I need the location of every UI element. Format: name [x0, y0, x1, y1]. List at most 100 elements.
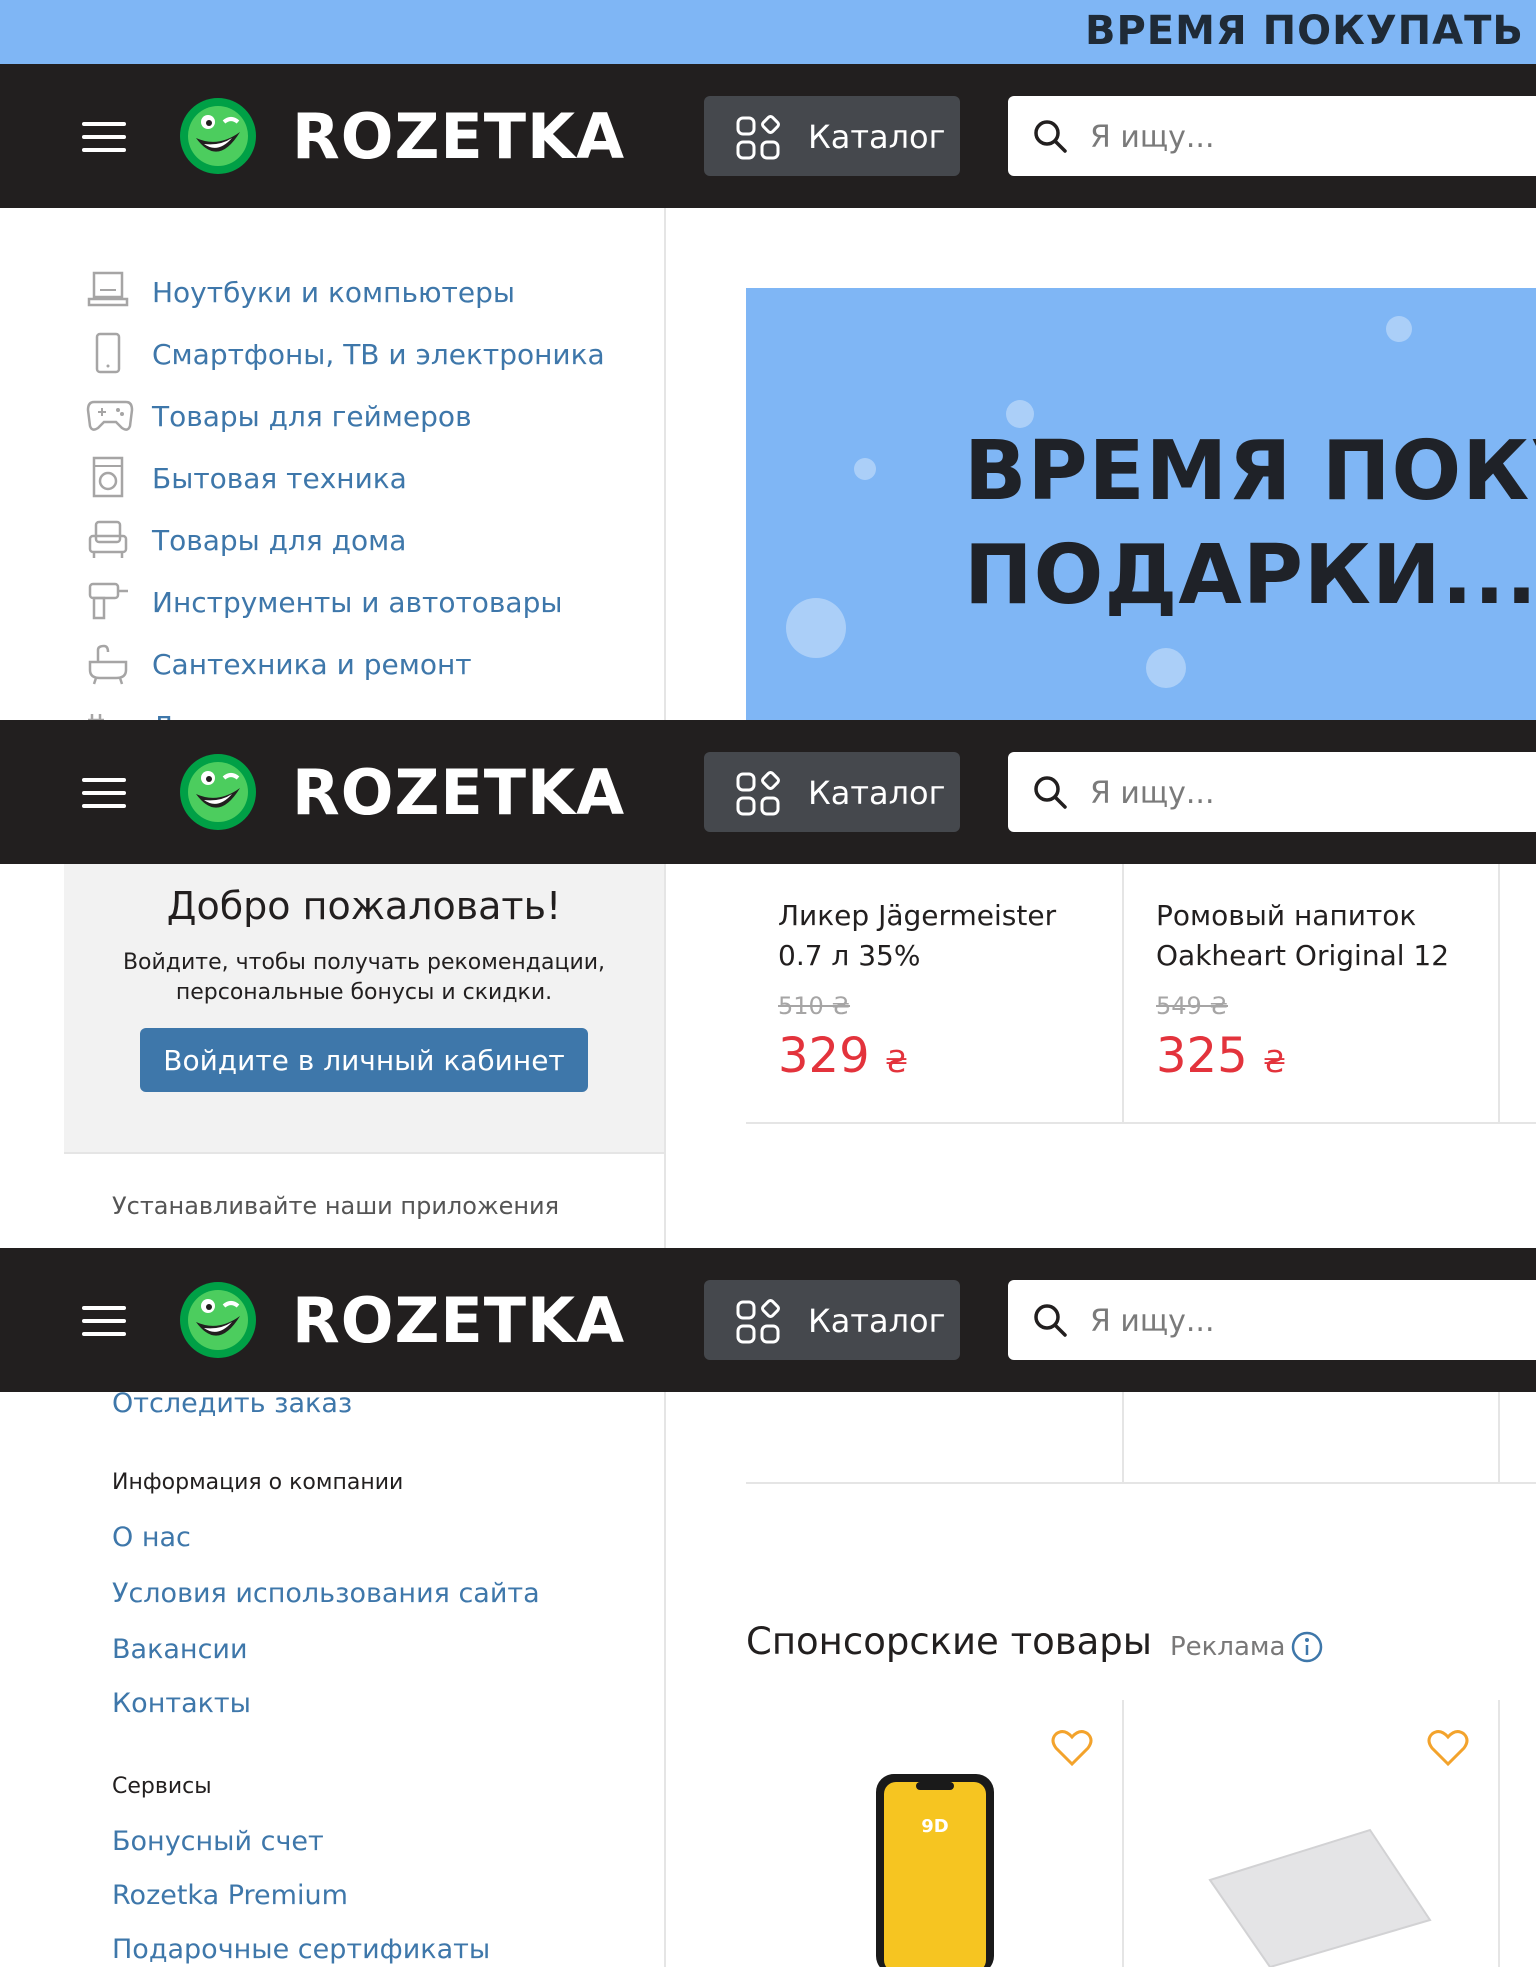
sidebar-divider: [664, 864, 666, 1248]
product-row-divider: [746, 1122, 1536, 1124]
card-divider: [1122, 1392, 1124, 1484]
wishlist-heart-icon[interactable]: [1426, 1728, 1470, 1768]
product-name[interactable]: Ромовый напиток Oakheart Original 12: [1156, 896, 1486, 976]
product-card[interactable]: Ликер Jägermeister 0.7 л 35% 510 ₴ 329 ₴: [746, 864, 1122, 1122]
info-icon[interactable]: [1290, 1630, 1324, 1664]
catalog-label: Каталог: [808, 1302, 946, 1340]
product-price: 329 ₴: [778, 1028, 909, 1084]
catalog-grid-icon: [736, 1299, 780, 1344]
rozetka-logo-icon[interactable]: [176, 748, 260, 832]
category-label: Сантехника и ремонт: [152, 648, 472, 681]
search-box[interactable]: [1008, 1280, 1536, 1360]
site-header: ROZETKA Каталог: [0, 1248, 1536, 1392]
laptop-icon: [87, 271, 129, 307]
footer-link-bonus[interactable]: Бонусный счет: [112, 1826, 324, 1857]
mouse-pad-image[interactable]: [1200, 1800, 1440, 1967]
category-label: Товары для дома: [152, 524, 407, 557]
logo-text[interactable]: ROZETKA: [292, 100, 625, 173]
promo-strip-text: ВРЕМЯ ПОКУПАТЬ П: [1085, 8, 1536, 54]
card-divider: [1122, 1700, 1124, 1967]
category-item-plumbing[interactable]: Сантехника и ремонт: [86, 642, 646, 685]
search-icon: [1034, 776, 1067, 809]
card-divider: [1498, 864, 1500, 1122]
armchair-icon: [88, 520, 128, 558]
catalog-button[interactable]: Каталог: [704, 752, 960, 832]
apps-label: Устанавливайте наши приложения: [112, 1192, 560, 1220]
category-label: Инструменты и автотовары: [152, 586, 563, 619]
catalog-button[interactable]: Каталог: [704, 96, 960, 176]
rozetka-logo-icon[interactable]: [176, 92, 260, 176]
washing-machine-icon: [92, 456, 124, 498]
banner-bubble: [854, 458, 876, 480]
category-item-tools[interactable]: Инструменты и автотовары: [86, 580, 646, 620]
banner-bubble: [1386, 316, 1412, 342]
category-item-smartphones[interactable]: Смартфоны, ТВ и электроника: [86, 332, 646, 374]
card-divider: [1498, 1392, 1500, 1484]
logo-text[interactable]: ROZETKA: [292, 1284, 625, 1357]
gamepad-icon: [86, 400, 134, 431]
banner-bubble: [786, 598, 846, 658]
catalog-grid-icon: [736, 115, 780, 160]
search-input[interactable]: [1088, 1296, 1532, 1346]
footer-link-terms[interactable]: Условия использования сайта: [112, 1578, 540, 1609]
footer-link-about[interactable]: О нас: [112, 1522, 191, 1553]
search-input[interactable]: [1088, 112, 1532, 162]
footer-link-contacts[interactable]: Контакты: [112, 1688, 251, 1719]
screen-protector-image[interactable]: 9D: [860, 1770, 1010, 1967]
site-header: ROZETKA Каталог: [0, 720, 1536, 864]
login-button[interactable]: Войдите в личный кабинет: [140, 1028, 588, 1092]
category-label: Смартфоны, ТВ и электроника: [152, 338, 605, 371]
sponsored-title: Спонсорские товары: [746, 1620, 1152, 1663]
promo-strip[interactable]: ВРЕМЯ ПОКУПАТЬ П: [0, 0, 1536, 64]
category-label: Ноутбуки и компьютеры: [152, 276, 515, 309]
catalog-button[interactable]: Каталог: [704, 1280, 960, 1360]
banner-line-1: ВРЕМЯ ПОКУ: [964, 424, 1536, 519]
footer-link-premium[interactable]: Rozetka Premium: [112, 1880, 348, 1911]
catalog-label: Каталог: [808, 774, 946, 812]
product-card[interactable]: Ромовый напиток Oakheart Original 12 549…: [1124, 864, 1500, 1122]
old-price: 549 ₴: [1156, 992, 1229, 1020]
old-price: 510 ₴: [778, 992, 851, 1020]
wishlist-heart-icon[interactable]: [1050, 1728, 1094, 1768]
banner-bubble: [1146, 648, 1186, 688]
rozetka-logo-icon[interactable]: [176, 1276, 260, 1360]
catalog-label: Каталог: [808, 118, 946, 156]
search-input[interactable]: [1088, 768, 1532, 818]
sidebar-divider: [664, 1392, 666, 1967]
glass-badge: 9D: [921, 1816, 948, 1837]
menu-icon[interactable]: [82, 772, 126, 812]
menu-icon[interactable]: [82, 1300, 126, 1340]
search-box[interactable]: [1008, 752, 1536, 832]
search-box[interactable]: [1008, 96, 1536, 176]
banner-line-2: ПОДАРКИ...: [964, 528, 1536, 623]
drill-icon: [88, 582, 128, 620]
smartphone-icon: [95, 332, 121, 374]
services-heading: Сервисы: [112, 1774, 212, 1799]
search-icon: [1034, 120, 1067, 153]
welcome-title: Добро пожаловать!: [166, 884, 562, 928]
category-label: Товары для геймеров: [152, 400, 472, 433]
promo-banner[interactable]: ВРЕМЯ ПОКУ ПОДАРКИ...: [746, 288, 1536, 720]
category-item-laptops[interactable]: Ноутбуки и компьютеры: [86, 270, 646, 310]
category-item-gamers[interactable]: Товары для геймеров: [86, 394, 646, 434]
company-heading: Информация о компании: [112, 1470, 404, 1495]
card-divider: [1498, 1700, 1500, 1967]
ad-label: Реклама: [1170, 1632, 1286, 1662]
sidebar-divider: [664, 208, 666, 720]
product-price: 325 ₴: [1156, 1028, 1287, 1084]
site-header: ROZETKA Каталог: [0, 64, 1536, 208]
product-name[interactable]: Ликер Jägermeister 0.7 л 35%: [778, 896, 1108, 976]
footer-link-vacancies[interactable]: Вакансии: [112, 1634, 248, 1665]
welcome-text: Войдите, чтобы получать рекомендации, пе…: [122, 950, 606, 1005]
logo-text[interactable]: ROZETKA: [292, 756, 625, 829]
category-item-home[interactable]: Товары для дома: [86, 518, 646, 558]
bathtub-icon: [88, 644, 128, 685]
footer-link-gift-cards[interactable]: Подарочные сертификаты: [112, 1934, 490, 1965]
welcome-panel: Добро пожаловать! Войдите, чтобы получат…: [64, 864, 664, 1154]
track-order-link[interactable]: Отследить заказ: [112, 1388, 352, 1419]
category-label: Бытовая техника: [152, 462, 407, 495]
search-icon: [1034, 1304, 1067, 1337]
menu-icon[interactable]: [82, 116, 126, 156]
product-row-divider: [746, 1482, 1536, 1484]
category-item-appliances[interactable]: Бытовая техника: [86, 456, 646, 498]
